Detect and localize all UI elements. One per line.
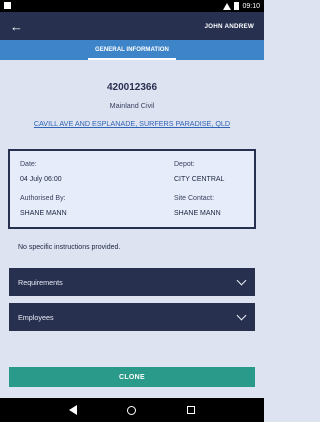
job-details-card: Date: 04 July 06:00 Depot: CITY CENTRAL … <box>8 149 256 229</box>
back-arrow-icon[interactable]: ← <box>10 20 23 33</box>
status-bar: 09:10 <box>0 0 264 12</box>
nav-back-icon[interactable] <box>69 405 78 415</box>
chevron-down-icon <box>236 275 247 285</box>
nav-home-icon[interactable] <box>127 405 137 415</box>
battery-icon <box>234 2 240 10</box>
date-value: 04 July 06:00 <box>20 176 62 183</box>
authorised-by-label: Authorised By: <box>20 195 66 202</box>
job-summary: 420012366 Mainland Civil CAVILL AVE AND … <box>0 82 264 131</box>
notification-icon <box>4 2 11 9</box>
notification-icons <box>4 2 11 9</box>
job-number: 420012366 <box>106 82 158 93</box>
tab-general-information[interactable]: GENERAL INFORMATION <box>88 40 176 60</box>
requirements-section[interactable]: Requirements <box>9 268 255 296</box>
site-contact-label: Site Contact: <box>174 195 215 202</box>
job-address-link[interactable]: CAVILL AVE AND ESPLANADE, SURFERS PARADI… <box>34 119 230 128</box>
instructions-text: No specific instructions provided. <box>18 244 121 251</box>
clone-button[interactable]: CLONE <box>9 367 255 387</box>
employees-label: Employees <box>18 312 54 322</box>
chevron-down-icon <box>236 310 247 320</box>
tab-bar: GENERAL INFORMATION <box>0 40 264 60</box>
site-contact-value: SHANE MANN <box>174 210 221 217</box>
job-type: Mainland Civil <box>109 101 155 110</box>
authorised-by-value: SHANE MANN <box>20 210 67 217</box>
date-label: Date: <box>20 161 37 168</box>
depot-label: Depot: <box>174 161 195 168</box>
employees-section[interactable]: Employees <box>9 303 255 331</box>
status-time: 09:10 <box>242 2 260 10</box>
requirements-label: Requirements <box>18 277 63 287</box>
depot-value: CITY CENTRAL <box>174 176 225 183</box>
user-name: JOHN ANDREW <box>204 22 254 30</box>
app-bar: ← JOHN ANDREW <box>0 12 264 40</box>
signal-icon <box>223 2 232 10</box>
system-nav-bar <box>0 398 264 422</box>
nav-recents-icon[interactable] <box>186 406 195 414</box>
